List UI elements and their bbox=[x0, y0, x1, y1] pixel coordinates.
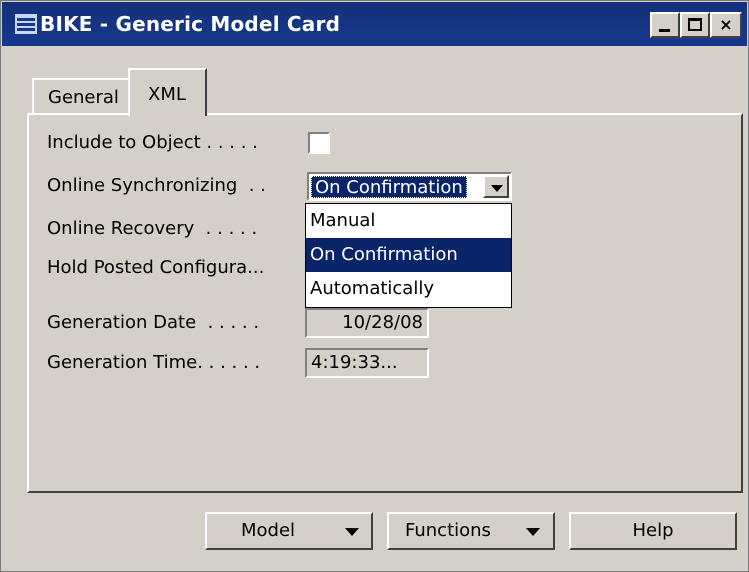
include-to-object-label: Include to Object . . . . . bbox=[47, 132, 258, 153]
tab-general-label: General bbox=[48, 87, 119, 108]
dropdown-arrow-icon bbox=[345, 528, 359, 536]
model-menu-button[interactable]: Model bbox=[205, 512, 373, 550]
generation-date-field[interactable]: 10/28/08 bbox=[305, 308, 429, 338]
dropdown-option-on-confirmation[interactable]: On Confirmation bbox=[306, 238, 511, 272]
functions-menu-button[interactable]: Functions bbox=[387, 512, 555, 550]
dropdown-option-automatically[interactable]: Automatically bbox=[306, 272, 511, 306]
tab-xml-label: XML bbox=[148, 84, 186, 105]
minimize-icon bbox=[659, 29, 670, 32]
form-icon bbox=[15, 14, 37, 34]
dropdown-option-manual[interactable]: Manual bbox=[306, 204, 511, 238]
tab-general[interactable]: General bbox=[32, 78, 130, 115]
model-card-window: BIKE - Generic Model Card × General XML … bbox=[0, 0, 749, 572]
window-title: BIKE - Generic Model Card bbox=[40, 12, 341, 36]
help-button-label: Help bbox=[632, 520, 674, 541]
close-button[interactable]: × bbox=[710, 12, 742, 38]
online-synchronizing-select[interactable]: On Confirmation bbox=[307, 172, 512, 201]
online-synchronizing-value: On Confirmation bbox=[311, 176, 467, 198]
generation-time-field[interactable]: 4:19:33... bbox=[305, 348, 429, 378]
minimize-button[interactable] bbox=[650, 12, 680, 38]
dropdown-arrow-icon bbox=[526, 528, 540, 536]
hold-posted-configuration-label: Hold Posted Configura... bbox=[47, 257, 265, 278]
model-button-label: Model bbox=[241, 520, 296, 541]
tab-xml[interactable]: XML bbox=[128, 68, 207, 116]
online-synchronizing-label: Online Synchronizing . . bbox=[47, 175, 266, 196]
close-icon: × bbox=[719, 15, 733, 34]
include-to-object-checkbox[interactable] bbox=[308, 132, 330, 154]
generation-time-label: Generation Time. . . . . . bbox=[47, 352, 261, 373]
online-synchronizing-dropdown-list: Manual On Confirmation Automatically bbox=[305, 203, 512, 308]
title-bar[interactable]: BIKE - Generic Model Card × bbox=[2, 2, 747, 46]
functions-button-label: Functions bbox=[405, 520, 491, 541]
maximize-icon bbox=[688, 18, 702, 31]
generation-date-label: Generation Date . . . . . bbox=[47, 312, 260, 333]
help-button[interactable]: Help bbox=[569, 512, 737, 550]
chevron-down-icon[interactable] bbox=[483, 175, 509, 198]
online-recovery-label: Online Recovery . . . . . bbox=[47, 218, 258, 239]
maximize-button[interactable] bbox=[680, 12, 710, 38]
